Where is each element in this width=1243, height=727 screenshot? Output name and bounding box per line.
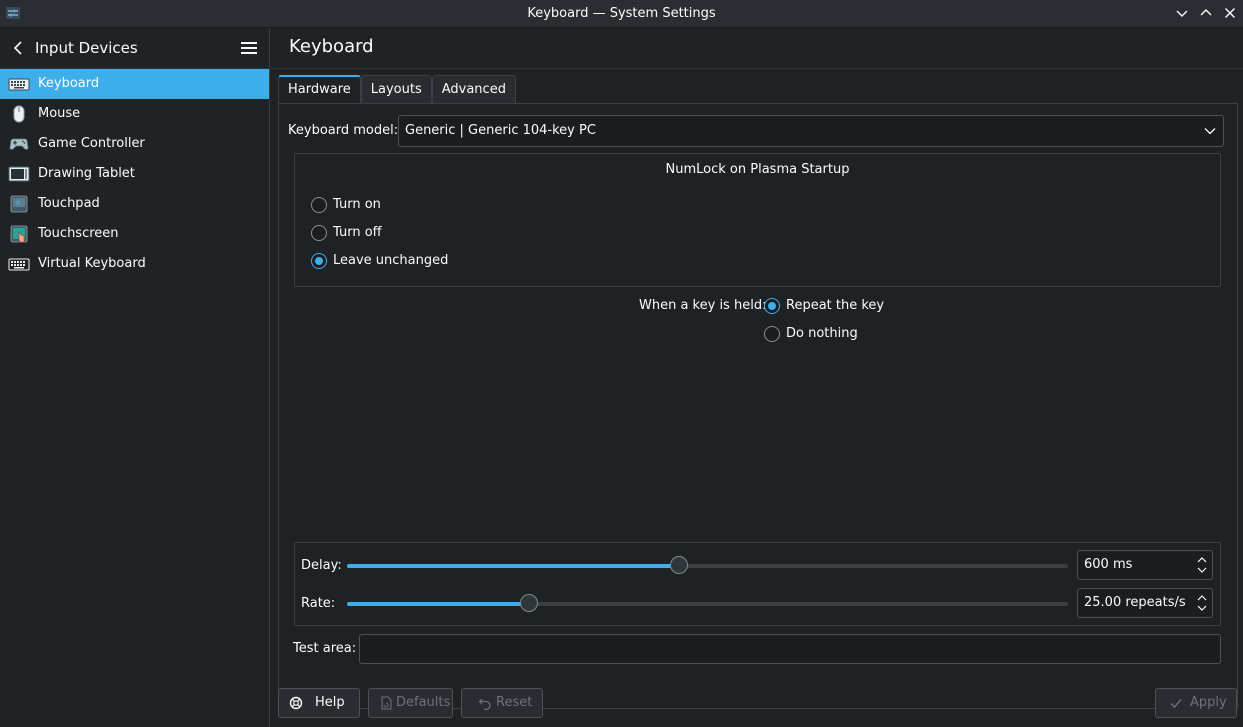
sidebar-title: Input Devices — [35, 39, 138, 57]
touchscreen-icon — [10, 225, 28, 243]
reset-button-label: Reset — [496, 695, 533, 710]
tablet-icon — [8, 166, 30, 182]
delay-label: Delay: — [301, 558, 342, 573]
defaults-button[interactable]: Defaults — [368, 688, 453, 718]
close-icon[interactable] — [1222, 5, 1238, 21]
rate-value: 25.00 repeats/s — [1084, 595, 1186, 610]
keyboard-model-label: Keyboard model: — [288, 123, 399, 138]
back-arrow-icon[interactable] — [10, 40, 26, 56]
radio-turn-on[interactable] — [311, 197, 327, 213]
keyboard-model-value: Generic | Generic 104-key PC — [405, 123, 596, 138]
help-icon — [289, 696, 303, 710]
delay-value: 600 ms — [1084, 557, 1133, 572]
sidebar-header: Input Devices — [0, 28, 269, 69]
sidebar-item-label: Touchscreen — [38, 226, 119, 241]
rate-slider-handle[interactable] — [520, 594, 538, 612]
sidebar-list: Keyboard Mouse Game Controller Drawing T… — [0, 69, 269, 279]
radio-turn-off[interactable] — [311, 225, 327, 241]
tab-advanced[interactable]: Advanced — [431, 75, 516, 104]
repeat-settings-box: Delay: 600 ms Rate: 25.00 repeats/s — [294, 542, 1221, 626]
apply-button[interactable]: Apply — [1155, 688, 1237, 718]
apply-button-label: Apply — [1190, 695, 1227, 710]
sidebar-item-label: Drawing Tablet — [38, 166, 135, 181]
chevron-down-icon — [1204, 128, 1216, 135]
sidebar-item-mouse[interactable]: Mouse — [0, 99, 269, 129]
radio-repeat-key-label[interactable]: Repeat the key — [786, 298, 884, 313]
sidebar-item-label: Virtual Keyboard — [38, 256, 146, 271]
sidebar-item-virtual-keyboard[interactable]: Virtual Keyboard — [0, 249, 269, 279]
radio-repeat-key[interactable] — [764, 298, 780, 314]
test-area-label: Test area: — [293, 641, 357, 656]
sidebar-item-touchscreen[interactable]: Touchscreen — [0, 219, 269, 249]
sidebar: Input Devices Keyboard Mouse Game Contro… — [0, 28, 270, 727]
tab-bar: Hardware Layouts Advanced — [278, 75, 516, 105]
page-title: Keyboard — [289, 36, 374, 57]
rate-slider[interactable] — [347, 594, 1068, 612]
sidebar-item-game-controller[interactable]: Game Controller — [0, 129, 269, 159]
maximize-icon[interactable] — [1198, 5, 1214, 21]
radio-leave-unchanged[interactable] — [311, 253, 327, 269]
spin-arrows-icon[interactable] — [1196, 554, 1208, 576]
radio-do-nothing[interactable] — [764, 326, 780, 342]
gamepad-icon — [9, 138, 29, 150]
spin-arrows-icon[interactable] — [1196, 592, 1208, 614]
header-divider — [271, 68, 1243, 69]
hamburger-menu-icon[interactable] — [240, 40, 258, 56]
hardware-panel: Keyboard model: Generic | Generic 104-ke… — [278, 103, 1238, 709]
title-bar: Keyboard — System Settings — [0, 0, 1243, 28]
help-button[interactable]: Help — [278, 688, 360, 718]
radio-do-nothing-label[interactable]: Do nothing — [786, 326, 858, 341]
rate-spinbox[interactable]: 25.00 repeats/s — [1077, 588, 1213, 618]
help-button-label: Help — [315, 695, 345, 710]
virtual-keyboard-icon — [8, 258, 30, 271]
main-content: Keyboard Hardware Layouts Advanced Keybo… — [271, 28, 1243, 727]
numlock-title: NumLock on Plasma Startup — [665, 162, 850, 177]
test-area-input[interactable] — [359, 634, 1221, 664]
sidebar-item-label: Touchpad — [38, 196, 100, 211]
checkmark-icon — [1170, 699, 1182, 709]
numlock-groupbox: NumLock on Plasma Startup Turn on Turn o… — [294, 153, 1221, 287]
sidebar-item-label: Game Controller — [38, 136, 145, 151]
mouse-icon — [13, 105, 25, 123]
undo-icon — [478, 698, 491, 710]
delay-slider-fill — [347, 564, 679, 568]
rate-label: Rate: — [301, 596, 336, 611]
delay-spinbox[interactable]: 600 ms — [1077, 550, 1213, 580]
sidebar-item-touchpad[interactable]: Touchpad — [0, 189, 269, 219]
tab-layouts[interactable]: Layouts — [360, 75, 432, 104]
delay-slider-handle[interactable] — [670, 556, 688, 574]
document-icon — [381, 696, 392, 710]
radio-leave-unchanged-label[interactable]: Leave unchanged — [333, 253, 448, 268]
delay-slider[interactable] — [347, 556, 1068, 574]
defaults-button-label: Defaults — [396, 695, 451, 710]
radio-turn-off-label[interactable]: Turn off — [333, 225, 382, 240]
reset-button[interactable]: Reset — [461, 688, 543, 718]
keyboard-icon — [8, 78, 30, 91]
key-held-label: When a key is held: — [639, 298, 767, 313]
sidebar-item-drawing-tablet[interactable]: Drawing Tablet — [0, 159, 269, 189]
sidebar-item-label: Mouse — [38, 106, 81, 121]
tab-hardware[interactable]: Hardware — [278, 75, 361, 105]
window-title: Keyboard — System Settings — [527, 6, 716, 21]
touchpad-icon — [10, 195, 28, 213]
sidebar-item-label: Keyboard — [38, 76, 100, 91]
rate-slider-fill — [347, 602, 529, 606]
sidebar-item-keyboard[interactable]: Keyboard — [0, 69, 269, 99]
radio-turn-on-label[interactable]: Turn on — [333, 197, 381, 212]
keyboard-model-combobox[interactable]: Generic | Generic 104-key PC — [398, 115, 1224, 147]
minimize-icon[interactable] — [1174, 5, 1190, 21]
